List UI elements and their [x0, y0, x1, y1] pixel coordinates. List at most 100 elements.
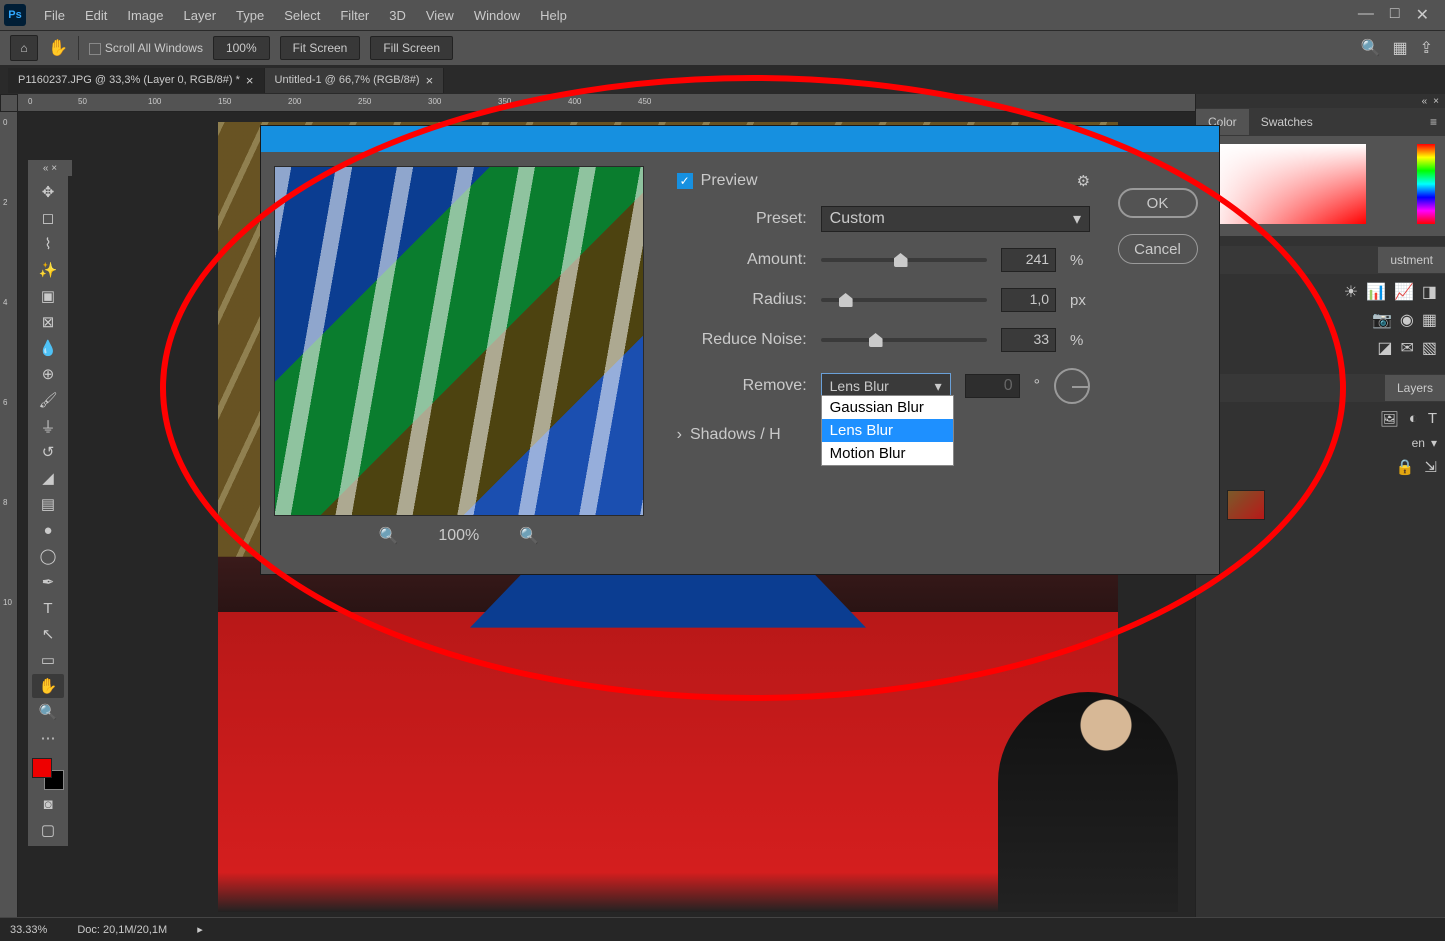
menu-file[interactable]: File — [34, 2, 75, 29]
filter-adj-icon[interactable]: ◐ — [1409, 410, 1418, 428]
blur-tool[interactable]: ● — [32, 518, 64, 542]
close-tab-icon[interactable]: × — [426, 73, 434, 88]
doc-tab-2[interactable]: Untitled-1 @ 66,7% (RGB/8#)× — [265, 68, 445, 93]
doc-tab-1[interactable]: P1160237.JPG @ 33,3% (Layer 0, RGB/8#) *… — [8, 68, 265, 93]
search-icon[interactable]: 🔍 — [1361, 38, 1381, 58]
noise-slider[interactable] — [821, 338, 987, 342]
scroll-all-checkbox[interactable]: Scroll All Windows — [89, 41, 203, 55]
zoom-out-icon[interactable]: 🔍 — [378, 526, 398, 546]
dropdown-item-lens[interactable]: Lens Blur — [822, 419, 953, 442]
menu-edit[interactable]: Edit — [75, 2, 117, 29]
menu-view[interactable]: View — [416, 2, 464, 29]
propagate-icon[interactable]: ⇲ — [1424, 458, 1437, 476]
zoom-in-icon[interactable]: 🔍 — [519, 526, 539, 546]
menu-filter[interactable]: Filter — [330, 2, 379, 29]
close-panel-icon[interactable]: × — [1433, 96, 1439, 106]
menu-layer[interactable]: Layer — [174, 2, 227, 29]
close-tab-icon[interactable]: × — [246, 73, 254, 88]
screenmode-tool[interactable]: ▢ — [32, 818, 64, 842]
grid-icon[interactable]: ▦ — [1422, 310, 1437, 330]
home-button[interactable]: ⌂ — [10, 35, 38, 61]
menu-type[interactable]: Type — [226, 2, 274, 29]
menu-3d[interactable]: 3D — [379, 2, 416, 29]
radius-input[interactable]: 1,0 — [1001, 288, 1056, 312]
swatches-tab[interactable]: Swatches — [1249, 109, 1325, 135]
preview-checkbox[interactable]: ✓ — [677, 173, 693, 189]
color-swatches[interactable] — [32, 758, 64, 790]
share-icon[interactable]: ⇪ — [1420, 38, 1433, 58]
angle-input: 0 — [965, 374, 1020, 398]
brightness-icon[interactable]: ☀ — [1344, 282, 1358, 302]
menu-select[interactable]: Select — [274, 2, 330, 29]
remove-label: Remove: — [677, 377, 807, 395]
curves-icon[interactable]: 📈 — [1394, 282, 1414, 302]
zoom-value[interactable]: 100% — [213, 36, 270, 60]
amount-slider[interactable] — [821, 258, 987, 262]
quickmask-tool[interactable]: ◙ — [32, 792, 64, 816]
radius-slider[interactable] — [821, 298, 987, 302]
heal-tool[interactable]: ⊕ — [32, 362, 64, 386]
shape-tool[interactable]: ▭ — [32, 648, 64, 672]
dodge-tool[interactable]: ◯ — [32, 544, 64, 568]
frame-tool[interactable]: ⊠ — [32, 310, 64, 334]
filter-type-icon[interactable]: T — [1428, 410, 1437, 428]
hue-icon[interactable]: ◉ — [1400, 310, 1414, 330]
lasso-tool[interactable]: ⌇ — [32, 232, 64, 256]
gradient-icon[interactable]: ▧ — [1422, 338, 1437, 358]
layers-tab[interactable]: Layers — [1385, 375, 1445, 401]
brush-tool[interactable]: 🖌 — [32, 388, 64, 412]
eraser-tool[interactable]: ◢ — [32, 466, 64, 490]
marquee-tool[interactable]: ◻ — [32, 206, 64, 230]
gear-icon[interactable]: ⚙ — [1077, 172, 1090, 190]
threshold-icon[interactable]: ✉ — [1400, 338, 1413, 358]
minimize-icon[interactable]: — — [1358, 5, 1374, 25]
dialog-preview-image[interactable] — [274, 166, 644, 516]
wand-tool[interactable]: ✨ — [32, 258, 64, 282]
status-zoom[interactable]: 33.33% — [10, 924, 47, 936]
cancel-button[interactable]: Cancel — [1118, 234, 1198, 264]
arrange-icon[interactable]: ▦ — [1392, 38, 1407, 58]
close-icon[interactable]: ✕ — [1416, 5, 1429, 25]
menu-window[interactable]: Window — [464, 2, 530, 29]
collapse-panels-icon[interactable]: « — [1422, 96, 1428, 106]
color-panel[interactable] — [1196, 136, 1445, 236]
ok-button[interactable]: OK — [1118, 188, 1198, 218]
hand-tool[interactable]: ✋ — [32, 674, 64, 698]
fit-screen-button[interactable]: Fit Screen — [280, 36, 361, 60]
filter-pixel-icon[interactable]: 🖼 — [1380, 410, 1399, 428]
menu-image[interactable]: Image — [117, 2, 173, 29]
dropdown-item-gaussian[interactable]: Gaussian Blur — [822, 396, 953, 419]
stamp-tool[interactable]: ⏚ — [32, 414, 64, 438]
pen-tool[interactable]: ✒ — [32, 570, 64, 594]
options-bar: ⌂ ✋ Scroll All Windows 100% Fit Screen F… — [0, 30, 1445, 66]
dialog-titlebar[interactable] — [261, 126, 1219, 152]
history-brush-tool[interactable]: ↺ — [32, 440, 64, 464]
move-tool[interactable]: ✥ — [32, 180, 64, 204]
noise-input[interactable]: 33 — [1001, 328, 1056, 352]
menu-help[interactable]: Help — [530, 2, 577, 29]
type-tool[interactable]: T — [32, 596, 64, 620]
panel-menu-icon[interactable]: ≡ — [1422, 115, 1445, 129]
chevron-right-icon[interactable]: ▸ — [197, 923, 203, 936]
layer-thumbnail[interactable] — [1227, 490, 1265, 520]
camera-icon[interactable]: 📷 — [1372, 310, 1392, 330]
preset-select[interactable]: Custom▾ — [821, 206, 1090, 232]
hand-tool-icon[interactable]: ✋ — [48, 38, 68, 58]
adjustments-tab[interactable]: ustment — [1378, 247, 1445, 273]
path-tool[interactable]: ↖ — [32, 622, 64, 646]
crop-tool[interactable]: ▣ — [32, 284, 64, 308]
exposure-icon[interactable]: ◨ — [1422, 282, 1437, 302]
maximize-icon[interactable]: □ — [1390, 5, 1400, 25]
amount-input[interactable]: 241 — [1001, 248, 1056, 272]
zoom-tool[interactable]: 🔍 — [32, 700, 64, 724]
lock-icon[interactable]: 🔒 — [1396, 458, 1415, 476]
edit-toolbar[interactable]: ⋯ — [32, 726, 64, 750]
invert-icon[interactable]: ◪ — [1377, 338, 1392, 358]
status-docinfo[interactable]: Doc: 20,1M/20,1M — [77, 924, 167, 936]
fill-screen-button[interactable]: Fill Screen — [370, 36, 453, 60]
eyedropper-tool[interactable]: 💧 — [32, 336, 64, 360]
levels-icon[interactable]: 📊 — [1366, 282, 1386, 302]
dropdown-item-motion[interactable]: Motion Blur — [822, 442, 953, 465]
gradient-tool[interactable]: ▤ — [32, 492, 64, 516]
tools-header[interactable]: « × — [28, 160, 72, 176]
